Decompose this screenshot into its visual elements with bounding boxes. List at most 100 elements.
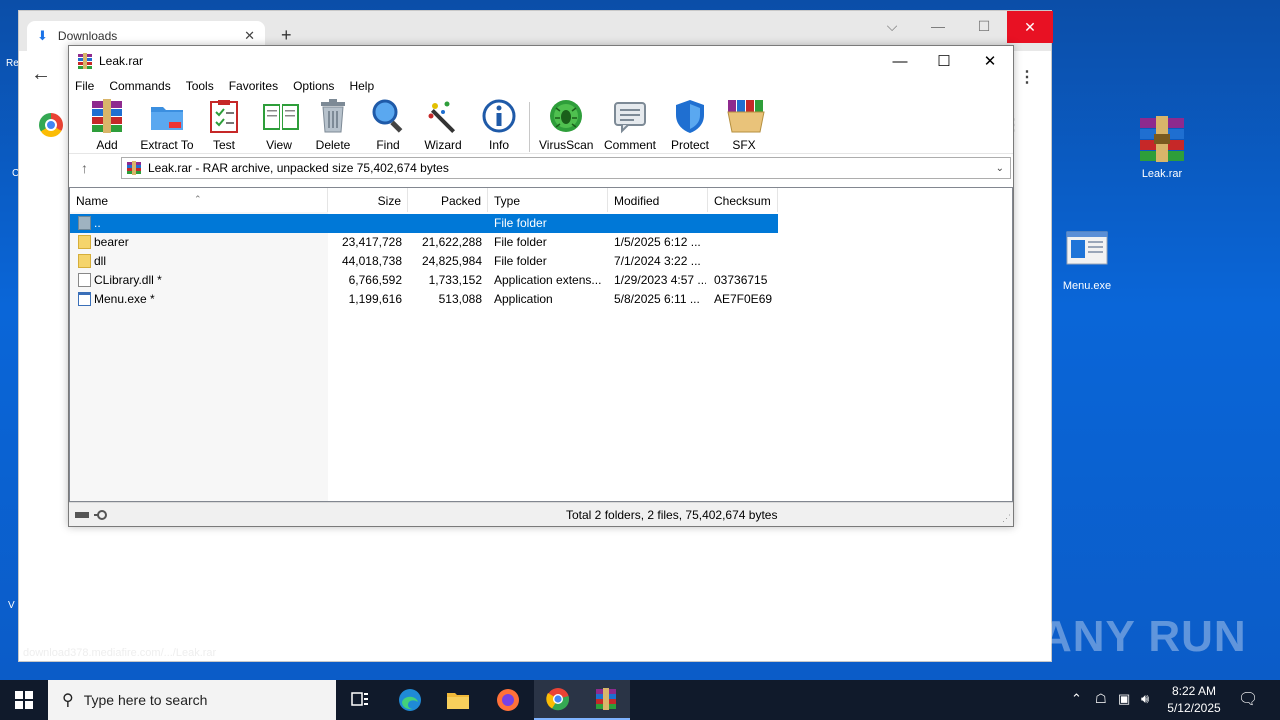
minimize-icon[interactable]: —	[915, 11, 961, 41]
path-dropdown[interactable]: Leak.rar - RAR archive, unpacked size 75…	[121, 157, 1011, 179]
close-window-icon[interactable]: ✕	[1007, 11, 1053, 43]
close-tab-icon[interactable]: ✕	[244, 28, 255, 44]
wizard-wand-icon	[425, 98, 461, 134]
network-icon[interactable]: ▣	[1118, 691, 1130, 707]
column-checksum[interactable]: Checksum	[708, 188, 778, 212]
table-row[interactable]: Menu.exe * 1,199,616 513,088 Application…	[70, 290, 778, 309]
desktop-icon-label: Leak.rar	[1141, 168, 1183, 180]
taskbar-file-explorer[interactable]	[434, 680, 482, 720]
new-tab-icon[interactable]: +	[281, 25, 292, 46]
resize-grip-icon[interactable]: ⋰	[1002, 513, 1011, 524]
find-button[interactable]: Find	[370, 98, 406, 152]
row-modified: 5/8/2025 6:11 ...	[614, 292, 700, 306]
sfx-label: SFX	[732, 138, 756, 152]
close-window-icon[interactable]: ✕	[967, 46, 1013, 76]
winrar-app-icon	[78, 53, 92, 69]
tab-search-icon[interactable]: ⌵	[869, 11, 915, 41]
row-type: File folder	[494, 216, 547, 230]
column-modified[interactable]: Modified	[608, 188, 708, 212]
desktop-left-partial: Re C V	[0, 0, 19, 680]
search-placeholder: Type here to search	[83, 692, 208, 708]
winrar-titlebar: Leak.rar	[69, 46, 1013, 76]
clock-time: 8:22 AM	[1171, 684, 1217, 698]
winrar-window: Leak.rar — ☐ ✕ File Commands Tools Favor…	[68, 45, 1014, 527]
network-device-icon[interactable]: ☖	[1095, 691, 1107, 707]
row-size: 1,199,616	[348, 292, 402, 306]
table-row[interactable]: dll 44,018,738 24,825,984 File folder 7/…	[70, 252, 778, 271]
menu-file[interactable]: File	[75, 79, 94, 93]
magnifier-icon	[370, 98, 406, 134]
chrome-menu-icon[interactable]: ⋮	[1019, 67, 1035, 87]
chevron-down-icon: ⌄	[995, 162, 1004, 174]
start-button[interactable]	[0, 680, 48, 720]
row-checksum: AE7F0E69	[714, 292, 773, 306]
row-name: ..	[94, 216, 101, 230]
comment-icon	[612, 98, 648, 134]
maximize-icon[interactable]: ☐	[961, 11, 1007, 41]
view-button[interactable]: View	[257, 98, 301, 152]
protect-button[interactable]: Protect	[669, 98, 711, 152]
column-packed[interactable]: Packed	[408, 188, 488, 212]
column-size[interactable]: Size	[328, 188, 408, 212]
winrar-address-bar: ↑ Leak.rar - RAR archive, unpacked size …	[69, 154, 1013, 182]
desktop-icon-menu-exe[interactable]: Menu.exe	[1047, 228, 1127, 292]
comment-button[interactable]: Comment	[602, 98, 658, 152]
menu-commands[interactable]: Commands	[109, 79, 170, 93]
add-archive-icon	[89, 98, 125, 134]
file-list-header: Name ⌃ Size Packed Type Modified Checksu…	[70, 188, 1012, 212]
menu-tools[interactable]: Tools	[186, 79, 214, 93]
delete-button[interactable]: Delete	[315, 98, 351, 152]
task-view-icon	[351, 692, 368, 706]
drive-key-icon	[75, 509, 115, 521]
taskbar-edge[interactable]	[386, 680, 434, 720]
table-row[interactable]: bearer 23,417,728 21,622,288 File folder…	[70, 233, 778, 252]
taskbar-firefox[interactable]	[484, 680, 532, 720]
taskbar-search[interactable]: ⚲ Type here to search	[48, 680, 336, 720]
comment-label: Comment	[603, 138, 656, 152]
row-name: bearer	[94, 235, 129, 249]
info-button[interactable]: Info	[481, 98, 517, 152]
taskbar-chrome[interactable]	[534, 680, 582, 720]
winrar-title: Leak.rar	[99, 54, 144, 68]
menu-favorites[interactable]: Favorites	[229, 79, 278, 93]
notifications-icon[interactable]: 🗨︎	[1238, 689, 1258, 709]
test-label: Test	[212, 138, 235, 152]
test-button[interactable]: Test	[206, 98, 242, 152]
dll-file-icon	[78, 273, 91, 287]
row-size: 23,417,728	[341, 235, 402, 249]
up-arrow-icon[interactable]: ↑	[81, 160, 88, 176]
partial-label: Re	[6, 58, 19, 69]
show-hidden-icons[interactable]: ⌃	[1071, 691, 1082, 707]
partial-label: V	[8, 600, 15, 611]
maximize-icon[interactable]: ☐	[921, 46, 967, 76]
taskbar-clock[interactable]: 8:22 AM 5/12/2025	[1158, 683, 1230, 717]
chrome-status-url: download378.mediafire.com/.../Leak.rar	[23, 647, 217, 659]
back-arrow-icon[interactable]: ←	[31, 63, 51, 86]
menu-options[interactable]: Options	[293, 79, 334, 93]
volume-icon[interactable]: 🔊︎	[1141, 691, 1149, 707]
toolbar-separator	[529, 102, 530, 152]
extract-to-button[interactable]: Extract To	[139, 98, 195, 152]
windows-logo-icon	[15, 691, 33, 709]
wizard-label: Wizard	[424, 138, 462, 152]
virusscan-button[interactable]: VirusScan	[539, 98, 593, 152]
download-icon: ⬇	[37, 28, 48, 43]
table-row[interactable]: CLibrary.dll * 6,766,592 1,733,152 Appli…	[70, 271, 778, 290]
wizard-button[interactable]: Wizard	[423, 98, 463, 152]
desktop-icon-leak-rar[interactable]: Leak.rar	[1122, 116, 1202, 180]
folder-icon	[78, 254, 91, 268]
winrar-menubar: File Commands Tools Favorites Options He…	[69, 76, 1013, 96]
taskbar-winrar[interactable]	[582, 680, 630, 720]
table-row[interactable]: .. File folder	[70, 214, 778, 233]
menu-help[interactable]: Help	[349, 79, 374, 93]
sfx-button[interactable]: SFX	[723, 98, 765, 152]
column-name[interactable]: Name ⌃	[70, 188, 328, 212]
minimize-icon[interactable]: —	[877, 46, 923, 76]
row-packed: 1,733,152	[428, 273, 482, 287]
task-view-button[interactable]	[336, 680, 384, 720]
chrome-logo-icon	[39, 113, 63, 137]
row-modified: 7/1/2024 3:22 ...	[614, 254, 701, 268]
add-label: Add	[96, 138, 118, 152]
add-button[interactable]: Add	[89, 98, 125, 152]
column-type[interactable]: Type	[488, 188, 608, 212]
